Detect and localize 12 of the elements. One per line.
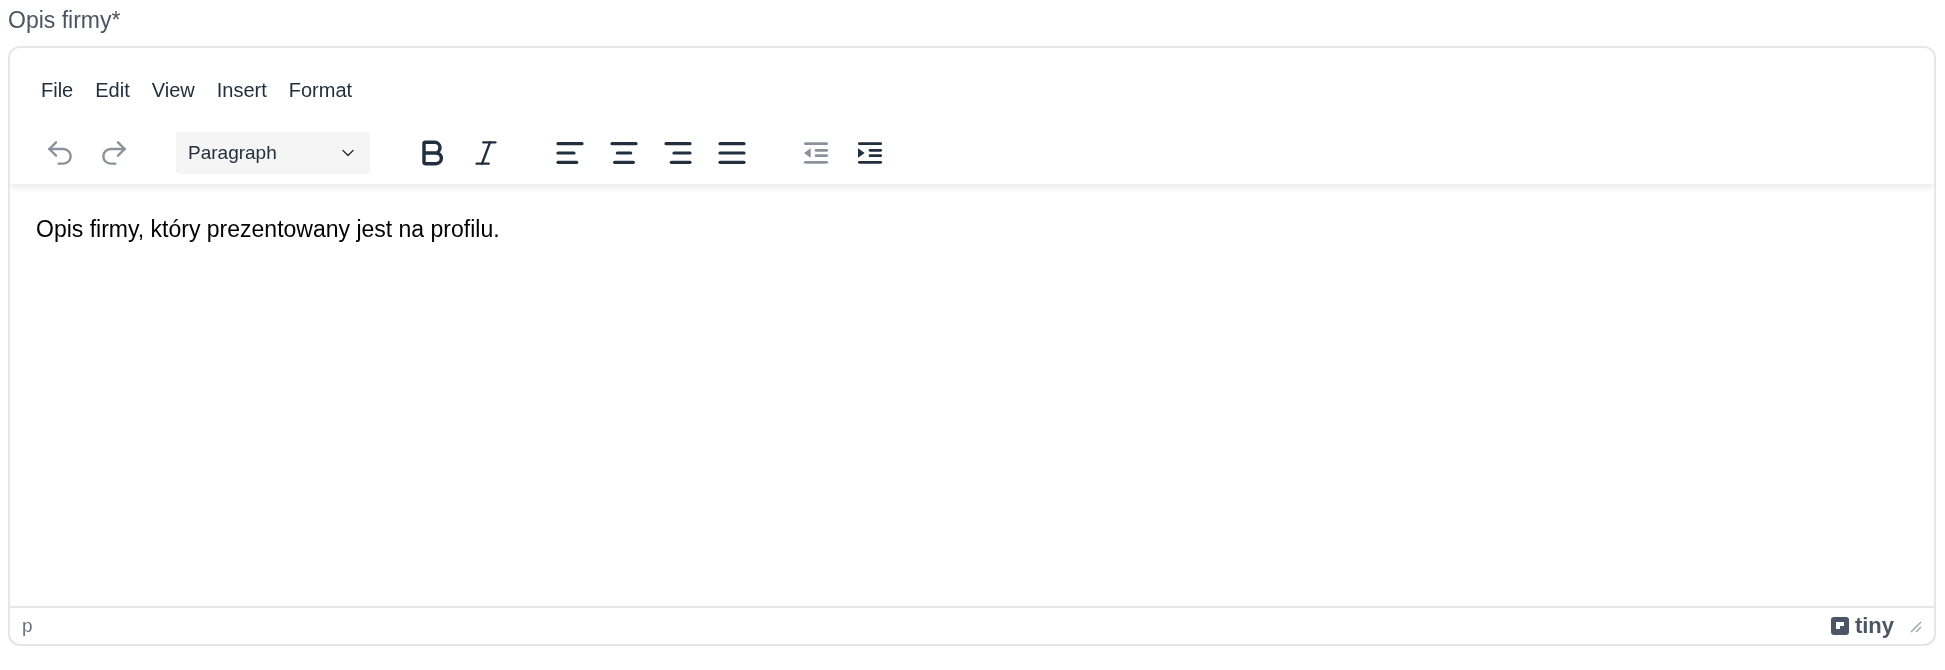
block-format-select[interactable]: Paragraph	[176, 132, 370, 174]
menu-item[interactable]: Format	[279, 72, 362, 108]
resize-handle-icon[interactable]	[1908, 619, 1922, 633]
menu-item[interactable]: Insert	[207, 72, 276, 108]
field-label: Opis firmy*	[8, 6, 121, 35]
paragraph-text: Opis firmy, który prezentowany jest na profilu.	[36, 215, 500, 244]
menu-item[interactable]: Edit	[86, 72, 139, 108]
menu-item[interactable]: File	[32, 72, 83, 108]
logo-icon	[1828, 615, 1851, 637]
element-path[interactable]: p	[22, 611, 33, 641]
menu-item[interactable]: View	[142, 72, 204, 108]
tiny-logo[interactable]: tiny	[1828, 615, 1894, 637]
